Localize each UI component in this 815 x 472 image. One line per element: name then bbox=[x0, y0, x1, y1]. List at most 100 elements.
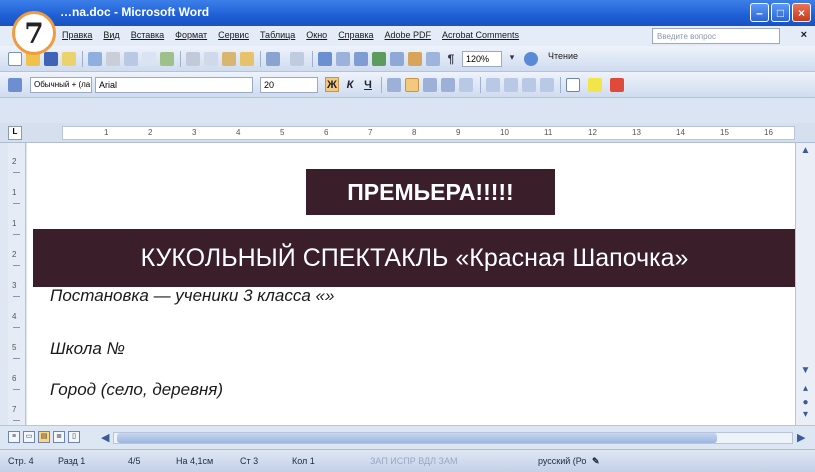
tab-stop-selector[interactable]: L bbox=[8, 126, 22, 140]
numbering-icon[interactable] bbox=[486, 78, 500, 92]
underline-button[interactable]: Ч bbox=[361, 77, 375, 92]
columns-icon[interactable] bbox=[390, 52, 404, 66]
print-icon[interactable] bbox=[106, 52, 120, 66]
normal-view-icon[interactable]: ≡ bbox=[8, 431, 20, 443]
menu-item-4[interactable]: Сервис bbox=[218, 30, 249, 40]
drawing-icon[interactable] bbox=[408, 52, 422, 66]
browse-object-icon[interactable]: ● bbox=[799, 397, 812, 408]
horizontal-ruler[interactable]: L 1 2 3 4 5 6 7 8 9 10 11 12 13 14 15 16 bbox=[0, 123, 815, 143]
scroll-right-icon[interactable]: ▶ bbox=[797, 431, 805, 444]
hyperlink-icon[interactable] bbox=[318, 52, 332, 66]
paste-icon[interactable] bbox=[222, 52, 236, 66]
ruler-number: 9 bbox=[456, 128, 461, 137]
document-map-icon[interactable] bbox=[426, 52, 440, 66]
vruler-tick bbox=[13, 265, 20, 266]
bullets-icon[interactable] bbox=[504, 78, 518, 92]
insert-excel-icon[interactable] bbox=[372, 52, 386, 66]
align-left-icon[interactable] bbox=[387, 78, 401, 92]
menu-item-9[interactable]: Acrobat Comments bbox=[442, 30, 519, 40]
vertical-ruler[interactable]: 2 1 1 2 3 4 5 6 7 bbox=[8, 143, 26, 425]
menu-item-7[interactable]: Справка bbox=[338, 30, 373, 40]
title-bar[interactable]: …na.doc - Microsoft Word – □ × bbox=[0, 0, 815, 26]
undo-icon[interactable] bbox=[266, 52, 280, 66]
increase-indent-icon[interactable] bbox=[540, 78, 554, 92]
vertical-scrollbar[interactable]: ▲ ▼ ▴ ● ▾ bbox=[795, 143, 815, 425]
line-spacing-icon[interactable] bbox=[459, 78, 473, 92]
document-page[interactable]: ПРЕМЬЕРА!!!!! КУКОЛЬНЫЙ СПЕКТАКЛЬ «Красн… bbox=[27, 143, 796, 425]
menu-item-0[interactable]: Правка bbox=[62, 30, 92, 40]
scroll-up-icon[interactable]: ▲ bbox=[799, 145, 812, 156]
menu-item-5[interactable]: Таблица bbox=[260, 30, 295, 40]
vruler-number: 5 bbox=[12, 343, 17, 352]
save-icon[interactable] bbox=[44, 52, 58, 66]
font-select[interactable]: Arial bbox=[95, 77, 253, 93]
font-size-select[interactable]: 20 bbox=[260, 77, 318, 93]
highlight-icon[interactable] bbox=[588, 78, 602, 92]
vruler-number: 3 bbox=[12, 281, 17, 290]
format-painter-icon[interactable] bbox=[240, 52, 254, 66]
borders-icon[interactable] bbox=[566, 78, 580, 92]
status-modes: ЗАП ИСПР ВДЛ ЗАМ bbox=[370, 456, 458, 466]
menu-item-2[interactable]: Вставка bbox=[131, 30, 164, 40]
justify-icon[interactable] bbox=[441, 78, 455, 92]
close-document-icon[interactable]: × bbox=[801, 29, 807, 41]
style-select[interactable]: Обычный + (ла bbox=[30, 77, 92, 93]
insert-table-icon[interactable] bbox=[354, 52, 368, 66]
play-title-headline: КУКОЛЬНЫЙ СПЕКТАКЛЬ «Красная Шапочка» bbox=[33, 229, 796, 287]
menu-item-1[interactable]: Вид bbox=[103, 30, 119, 40]
standard-toolbar: ¶ 120% ▾ Чтение bbox=[0, 46, 815, 72]
reading-mode-button[interactable]: Чтение bbox=[548, 51, 578, 61]
styles-icon[interactable] bbox=[8, 78, 22, 92]
zoom-select[interactable]: 120% bbox=[462, 51, 502, 67]
redo-icon[interactable] bbox=[290, 52, 304, 66]
copy-icon[interactable] bbox=[204, 52, 218, 66]
align-center-icon[interactable] bbox=[405, 78, 419, 92]
font-value: Arial bbox=[99, 80, 118, 90]
print-preview-icon[interactable] bbox=[124, 52, 138, 66]
web-view-icon[interactable]: ▭ bbox=[23, 431, 35, 443]
permission-icon[interactable] bbox=[62, 52, 76, 66]
print-layout-icon[interactable]: ▤ bbox=[38, 431, 50, 443]
spelling-status-icon[interactable]: ✎ bbox=[592, 456, 600, 467]
zoom-dropdown-icon[interactable]: ▾ bbox=[505, 52, 519, 66]
font-color-icon[interactable] bbox=[610, 78, 624, 92]
help-icon[interactable] bbox=[524, 52, 538, 66]
status-pages: 4/5 bbox=[128, 456, 141, 466]
vruler-tick bbox=[13, 389, 20, 390]
maximize-button[interactable]: □ bbox=[771, 3, 790, 22]
email-icon[interactable] bbox=[88, 52, 102, 66]
vruler-number: 1 bbox=[12, 219, 17, 228]
scroll-left-icon[interactable]: ◀ bbox=[101, 431, 109, 444]
align-right-icon[interactable] bbox=[423, 78, 437, 92]
status-position: На 4,1см bbox=[176, 456, 214, 466]
help-search-input[interactable]: Введите вопрос bbox=[652, 28, 780, 44]
scroll-down-icon[interactable]: ▼ bbox=[799, 365, 812, 376]
show-hide-icon[interactable]: ¶ bbox=[444, 52, 458, 66]
new-document-icon[interactable] bbox=[8, 52, 22, 66]
bold-button[interactable]: Ж bbox=[325, 77, 339, 92]
ruler-number: 12 bbox=[588, 128, 597, 137]
vruler-tick bbox=[13, 420, 20, 421]
ruler-track bbox=[62, 126, 795, 140]
prev-page-icon[interactable]: ▴ bbox=[799, 383, 812, 394]
cut-icon[interactable] bbox=[186, 52, 200, 66]
ruler-number: 15 bbox=[720, 128, 729, 137]
tables-borders-icon[interactable] bbox=[336, 52, 350, 66]
horizontal-scroll-thumb[interactable] bbox=[117, 433, 717, 443]
menu-item-3[interactable]: Формат bbox=[175, 30, 207, 40]
ruler-number: 5 bbox=[280, 128, 285, 137]
close-button[interactable]: × bbox=[792, 3, 811, 22]
italic-button[interactable]: К bbox=[343, 77, 357, 92]
minimize-button[interactable]: – bbox=[750, 3, 769, 22]
spelling-icon[interactable] bbox=[142, 52, 156, 66]
research-icon[interactable] bbox=[160, 52, 174, 66]
vruler-tick bbox=[13, 203, 20, 204]
menu-item-6[interactable]: Окно bbox=[306, 30, 327, 40]
menu-item-8[interactable]: Adobe PDF bbox=[385, 30, 432, 40]
outline-view-icon[interactable]: ≣ bbox=[53, 431, 65, 443]
next-page-icon[interactable]: ▾ bbox=[799, 409, 812, 420]
decrease-indent-icon[interactable] bbox=[522, 78, 536, 92]
vruler-number: 7 bbox=[12, 405, 17, 414]
vruler-number: 2 bbox=[12, 157, 17, 166]
reading-view-icon[interactable]: ▯ bbox=[68, 431, 80, 443]
